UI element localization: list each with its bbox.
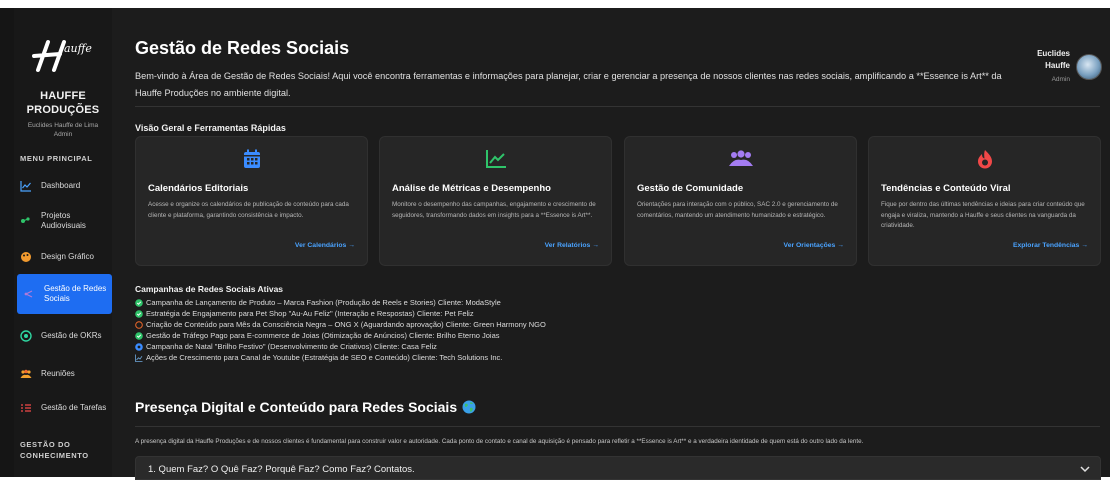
- fire-icon: [869, 149, 1100, 171]
- card-title: Calendários Editoriais: [148, 183, 249, 194]
- sidebar-item-design[interactable]: Design Gráfico: [14, 240, 112, 274]
- share-icon: [23, 288, 35, 300]
- chevron-down-icon: [1080, 466, 1090, 473]
- presence-title-text: Presença Digital e Conteúdo para Redes S…: [135, 399, 458, 415]
- user-role: Admin: [1051, 76, 1070, 83]
- users-icon: [625, 149, 856, 171]
- brand-name-line1: HAUFFE: [40, 90, 86, 102]
- user-name: Euclides Hauffe: [1037, 48, 1070, 72]
- presence-description: A presença digital da Hauffe Produções e…: [135, 438, 864, 445]
- knowledge-title-line1: GESTÃO DO: [20, 440, 71, 449]
- window-edge: [0, 8, 14, 477]
- user-last-name: Hauffe: [1045, 61, 1070, 70]
- sidebar-item-label: Gestão de Redes Sociais: [44, 284, 107, 303]
- campaigns-title: Campanhas de Redes Sociais Ativas: [135, 284, 284, 294]
- brand-name-line2: PRODUÇÕES: [26, 104, 100, 116]
- card-description: Acesse e organize os calendários de publ…: [148, 201, 349, 219]
- user-first-name: Euclides: [1037, 49, 1070, 58]
- target-icon: [20, 330, 32, 342]
- card-tendencias: Tendências e Conteúdo Viral Fique por de…: [868, 136, 1101, 266]
- quick-tools-cards: Calendários Editoriais Acesse e organize…: [135, 136, 1102, 268]
- sidebar-item-reunioes[interactable]: Reuniões: [14, 357, 112, 391]
- card-title: Tendências e Conteúdo Viral: [881, 183, 1011, 194]
- list-item: Ações de Crescimento para Canal de Youtu…: [135, 352, 835, 363]
- sidebar-item-label: Projetos Audiovisuais: [41, 211, 86, 230]
- sidebar-user-name: Euclides Hauffe de Lima: [27, 122, 99, 129]
- users-icon: [20, 368, 32, 380]
- chart-line-icon: [380, 149, 611, 171]
- campaign-text: Criação de Conteúdo para Mês da Consciên…: [146, 320, 546, 329]
- main-content: Gestão de Redes Sociais Bem-vindo à Área…: [112, 8, 1110, 480]
- ver-relatorios-link[interactable]: Ver Relatórios →: [545, 242, 599, 249]
- accordion-quem-faz[interactable]: 1. Quem Faz? O Quê Faz? Porquê Faz? Como…: [135, 456, 1101, 480]
- campaign-list: Campanha de Lançamento de Produto – Marc…: [135, 297, 835, 363]
- sidebar-item-tarefas[interactable]: Gestão de Tarefas: [14, 391, 112, 425]
- sidebar-item-label: Reuniões: [41, 369, 75, 378]
- list-item: Campanha de Natal "Brilho Festivo" (Dese…: [135, 341, 835, 352]
- sidebar-item-okrs[interactable]: Gestão de OKRs: [14, 319, 112, 353]
- page-title: Gestão de Redes Sociais: [135, 38, 350, 58]
- overview-title: Visão Geral e Ferramentas Rápidas: [135, 123, 286, 133]
- ver-calendarios-link[interactable]: Ver Calendários →: [295, 242, 355, 249]
- list-item: Gestão de Tráfego Pago para E-commerce d…: [135, 330, 835, 341]
- campaign-text: Gestão de Tráfego Pago para E-commerce d…: [146, 331, 500, 340]
- sidebar-user-role: Admin: [53, 131, 73, 138]
- globe-icon: [462, 400, 476, 414]
- campaign-text: Campanha de Lançamento de Produto – Marc…: [146, 298, 501, 307]
- chart-line-icon: [20, 180, 32, 192]
- card-comunidade: Gestão de Comunidade Orientações para in…: [624, 136, 857, 266]
- card-title: Análise de Métricas e Desempenho: [392, 183, 551, 194]
- knowledge-section-title: GESTÃO DO CONHECIMENTO: [20, 439, 89, 461]
- film-icon: [20, 215, 32, 227]
- sidebar-item-label: Gestão de OKRs: [41, 331, 102, 340]
- progress-circle-icon: [135, 342, 143, 351]
- card-calendarios: Calendários Editoriais Acesse e organize…: [135, 136, 368, 266]
- app-window: auffe HAUFFE PRODUÇÕES Euclides Hauffe d…: [0, 8, 1110, 480]
- tasks-icon: [20, 402, 32, 414]
- card-metricas: Análise de Métricas e Desempenho Monitor…: [379, 136, 612, 266]
- presence-title: Presença Digital e Conteúdo para Redes S…: [135, 399, 476, 415]
- divider: [135, 426, 1100, 427]
- explorar-tendencias-link[interactable]: Explorar Tendências →: [1013, 242, 1088, 249]
- list-item: Estratégia de Engajamento para Pet Shop …: [135, 308, 835, 319]
- campaign-text: Estratégia de Engajamento para Pet Shop …: [146, 309, 474, 318]
- calendar-icon: [136, 149, 367, 171]
- page-description: Bem-vindo à Área de Gestão de Redes Soci…: [135, 71, 1002, 98]
- pending-circle-icon: [135, 320, 143, 329]
- ver-orientacoes-link[interactable]: Ver Orientações →: [784, 242, 844, 249]
- card-description: Monitore o desempenho das campanhas, eng…: [392, 201, 596, 219]
- card-description: Fique por dentro das últimas tendências …: [881, 201, 1085, 229]
- palette-icon: [20, 251, 32, 263]
- list-item: Criação de Conteúdo para Mês da Consciên…: [135, 319, 835, 330]
- check-circle-icon: [135, 309, 143, 318]
- check-circle-icon: [135, 298, 143, 307]
- card-title: Gestão de Comunidade: [637, 183, 744, 194]
- check-circle-icon: [135, 331, 143, 340]
- sidebar-item-label: Gestão de Tarefas: [41, 403, 107, 412]
- menu-section-title: MENU PRINCIPAL: [20, 154, 93, 163]
- sidebar-item-redes-sociais[interactable]: Gestão de Redes Sociais: [17, 274, 112, 314]
- sidebar-item-label: Dashboard: [41, 181, 81, 190]
- knowledge-title-line2: CONHECIMENTO: [20, 451, 89, 460]
- accordion-label: 1. Quem Faz? O Quê Faz? Porquê Faz? Como…: [148, 464, 415, 475]
- list-item: Campanha de Lançamento de Produto – Marc…: [135, 297, 835, 308]
- card-description: Orientações para interação com o público…: [637, 201, 838, 219]
- campaign-text: Campanha de Natal "Brilho Festivo" (Dese…: [146, 342, 437, 351]
- chart-line-icon: [135, 354, 143, 362]
- sidebar-item-label: Design Gráfico: [41, 252, 94, 261]
- svg-text:auffe: auffe: [64, 42, 92, 55]
- user-profile[interactable]: Euclides Hauffe Admin: [992, 48, 1102, 92]
- sidebar-item-dashboard[interactable]: Dashboard: [14, 169, 112, 203]
- sidebar-item-projetos[interactable]: Projetos Audiovisuais: [14, 204, 112, 238]
- campaign-text: Ações de Crescimento para Canal de Youtu…: [146, 353, 503, 362]
- divider: [135, 106, 1100, 107]
- avatar[interactable]: [1076, 54, 1102, 80]
- hauffe-logo: auffe: [32, 40, 92, 72]
- sidebar: auffe HAUFFE PRODUÇÕES Euclides Hauffe d…: [14, 8, 112, 477]
